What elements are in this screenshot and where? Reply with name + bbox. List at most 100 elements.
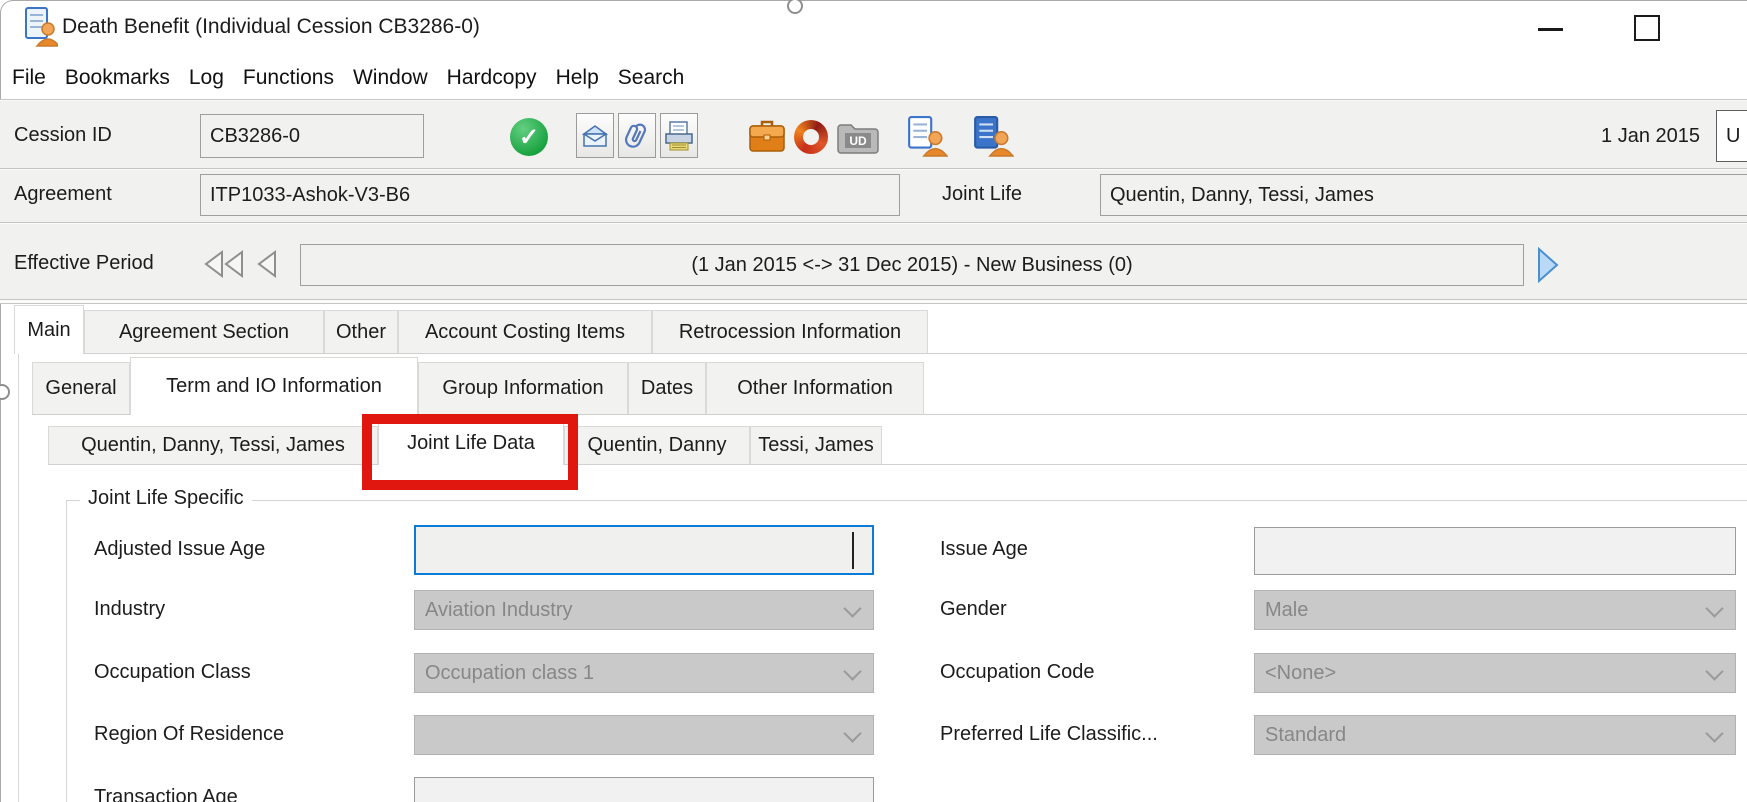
menu-log[interactable]: Log [189, 66, 224, 90]
occupation-code-label: Occupation Code [940, 661, 1095, 684]
menu-functions[interactable]: Functions [243, 66, 334, 90]
chevron-down-icon [843, 662, 861, 680]
mail-button[interactable] [576, 113, 614, 158]
print-button[interactable] [660, 113, 698, 158]
region-of-residence-dropdown[interactable] [414, 715, 874, 755]
tab-panel-line-3 [48, 464, 1747, 465]
region-of-residence-label: Region Of Residence [94, 723, 284, 746]
status-ok-icon [510, 118, 548, 156]
tab-group-information[interactable]: Group Information [418, 362, 628, 414]
chevron-down-icon [843, 724, 861, 742]
selection-handle-top[interactable] [787, 0, 803, 14]
preferred-life-classification-value: Standard [1265, 724, 1346, 747]
cession-id-value: CB3286-0 [210, 125, 300, 148]
tab-quentin-danny[interactable]: Quentin, Danny [564, 426, 750, 464]
tab-account-costing-items[interactable]: Account Costing Items [398, 310, 652, 353]
app-icon [24, 7, 58, 47]
selection-handle-left[interactable] [0, 384, 10, 400]
joint-life-field[interactable]: Quentin, Danny, Tessi, James [1100, 174, 1747, 216]
tab-tessi-james[interactable]: Tessi, James [750, 426, 882, 464]
gender-label: Gender [940, 598, 1007, 621]
preferred-life-classification-dropdown[interactable]: Standard [1254, 715, 1736, 755]
window-title: Death Benefit (Individual Cession CB3286… [62, 15, 480, 39]
adjusted-issue-age-field[interactable] [414, 525, 874, 575]
chevron-down-icon [1705, 599, 1723, 617]
divider-highlight [0, 223, 1747, 224]
red-highlight-box [362, 414, 578, 490]
agreement-label: Agreement [14, 183, 112, 206]
menu-search[interactable]: Search [618, 66, 685, 90]
briefcase-icon[interactable] [748, 118, 786, 154]
window-top-border [12, 0, 1747, 1]
tab-dates[interactable]: Dates [628, 362, 706, 414]
occupation-class-dropdown[interactable]: Occupation class 1 [414, 653, 874, 693]
joint-life-label: Joint Life [942, 183, 1022, 206]
occupation-class-value: Occupation class 1 [425, 662, 594, 685]
first-period-icon[interactable] [202, 249, 246, 279]
tab-other[interactable]: Other [324, 310, 398, 353]
tab-panel-line-1 [18, 353, 1747, 354]
industry-label: Industry [94, 598, 165, 621]
effective-date: 1 Jan 2015 [1500, 125, 1700, 148]
tab-agreement-section[interactable]: Agreement Section [84, 310, 324, 353]
chevron-down-icon [843, 599, 861, 617]
mail-icon [581, 124, 609, 148]
occupation-class-label: Occupation Class [94, 661, 251, 684]
menu-hardcopy[interactable]: Hardcopy [447, 66, 537, 90]
occupation-code-dropdown[interactable]: <None> [1254, 653, 1736, 693]
tab-joint-lives[interactable]: Quentin, Danny, Tessi, James [48, 426, 378, 464]
agreement-field[interactable]: ITP1033-Ashok-V3-B6 [200, 174, 900, 216]
adjusted-issue-age-label: Adjusted Issue Age [94, 538, 265, 561]
attachment-button[interactable] [618, 113, 656, 158]
tab-retrocession-information[interactable]: Retrocession Information [652, 310, 928, 353]
svg-text:UD: UD [849, 134, 867, 148]
industry-dropdown[interactable]: Aviation Industry [414, 590, 874, 630]
printer-icon [664, 121, 694, 151]
menu-help[interactable]: Help [556, 66, 599, 90]
next-period-icon[interactable] [1536, 247, 1560, 283]
tab-term-and-io-information[interactable]: Term and IO Information [130, 357, 418, 415]
minimize-button[interactable] [1538, 28, 1563, 31]
menu-bookmarks[interactable]: Bookmarks [65, 66, 170, 90]
swirl-icon[interactable] [794, 120, 828, 154]
gender-dropdown[interactable]: Male [1254, 590, 1736, 630]
cession-id-label: Cession ID [14, 124, 112, 147]
application-window: Death Benefit (Individual Cession CB3286… [0, 0, 1747, 802]
effective-period-value: (1 Jan 2015 <-> 31 Dec 2015) - New Busin… [691, 254, 1132, 277]
text-caret [852, 532, 854, 569]
tab-other-information[interactable]: Other Information [706, 362, 924, 414]
issue-age-label: Issue Age [940, 538, 1028, 561]
right-edge-field[interactable]: U [1716, 110, 1747, 162]
chevron-down-icon [1705, 724, 1723, 742]
agreement-value: ITP1033-Ashok-V3-B6 [210, 184, 410, 207]
issue-age-field[interactable] [1254, 527, 1736, 575]
menu-bar: File Bookmarks Log Functions Window Hard… [12, 58, 684, 98]
cession-id-field[interactable]: CB3286-0 [200, 114, 424, 158]
paperclip-icon [624, 121, 650, 151]
effective-period-field[interactable]: (1 Jan 2015 <-> 31 Dec 2015) - New Busin… [300, 244, 1524, 286]
window-corner [0, 0, 25, 25]
industry-value: Aviation Industry [425, 599, 573, 622]
right-edge-field-value: U [1726, 125, 1740, 148]
previous-period-icon[interactable] [256, 249, 278, 279]
ud-folder-icon[interactable]: UD [836, 120, 880, 154]
tab-general[interactable]: General [32, 362, 130, 414]
gender-value: Male [1265, 599, 1308, 622]
maximize-button[interactable] [1634, 15, 1660, 41]
occupation-code-value: <None> [1265, 662, 1336, 685]
person-document-filled-icon[interactable] [972, 115, 1014, 157]
group-title: Joint Life Specific [80, 487, 252, 510]
menu-window[interactable]: Window [353, 66, 428, 90]
tab-main[interactable]: Main [14, 305, 84, 354]
divider [0, 303, 1747, 304]
main-panel-border [18, 353, 19, 802]
divider-highlight [0, 169, 1747, 170]
transaction-age-field[interactable] [414, 777, 874, 802]
effective-period-label: Effective Period [14, 252, 154, 275]
chevron-down-icon [1705, 662, 1723, 680]
menu-file[interactable]: File [12, 66, 46, 90]
joint-life-value: Quentin, Danny, Tessi, James [1110, 184, 1374, 207]
person-document-icon[interactable] [906, 115, 948, 157]
transaction-age-label: Transaction Age [94, 786, 238, 802]
preferred-life-classification-label: Preferred Life Classific... [940, 723, 1158, 746]
